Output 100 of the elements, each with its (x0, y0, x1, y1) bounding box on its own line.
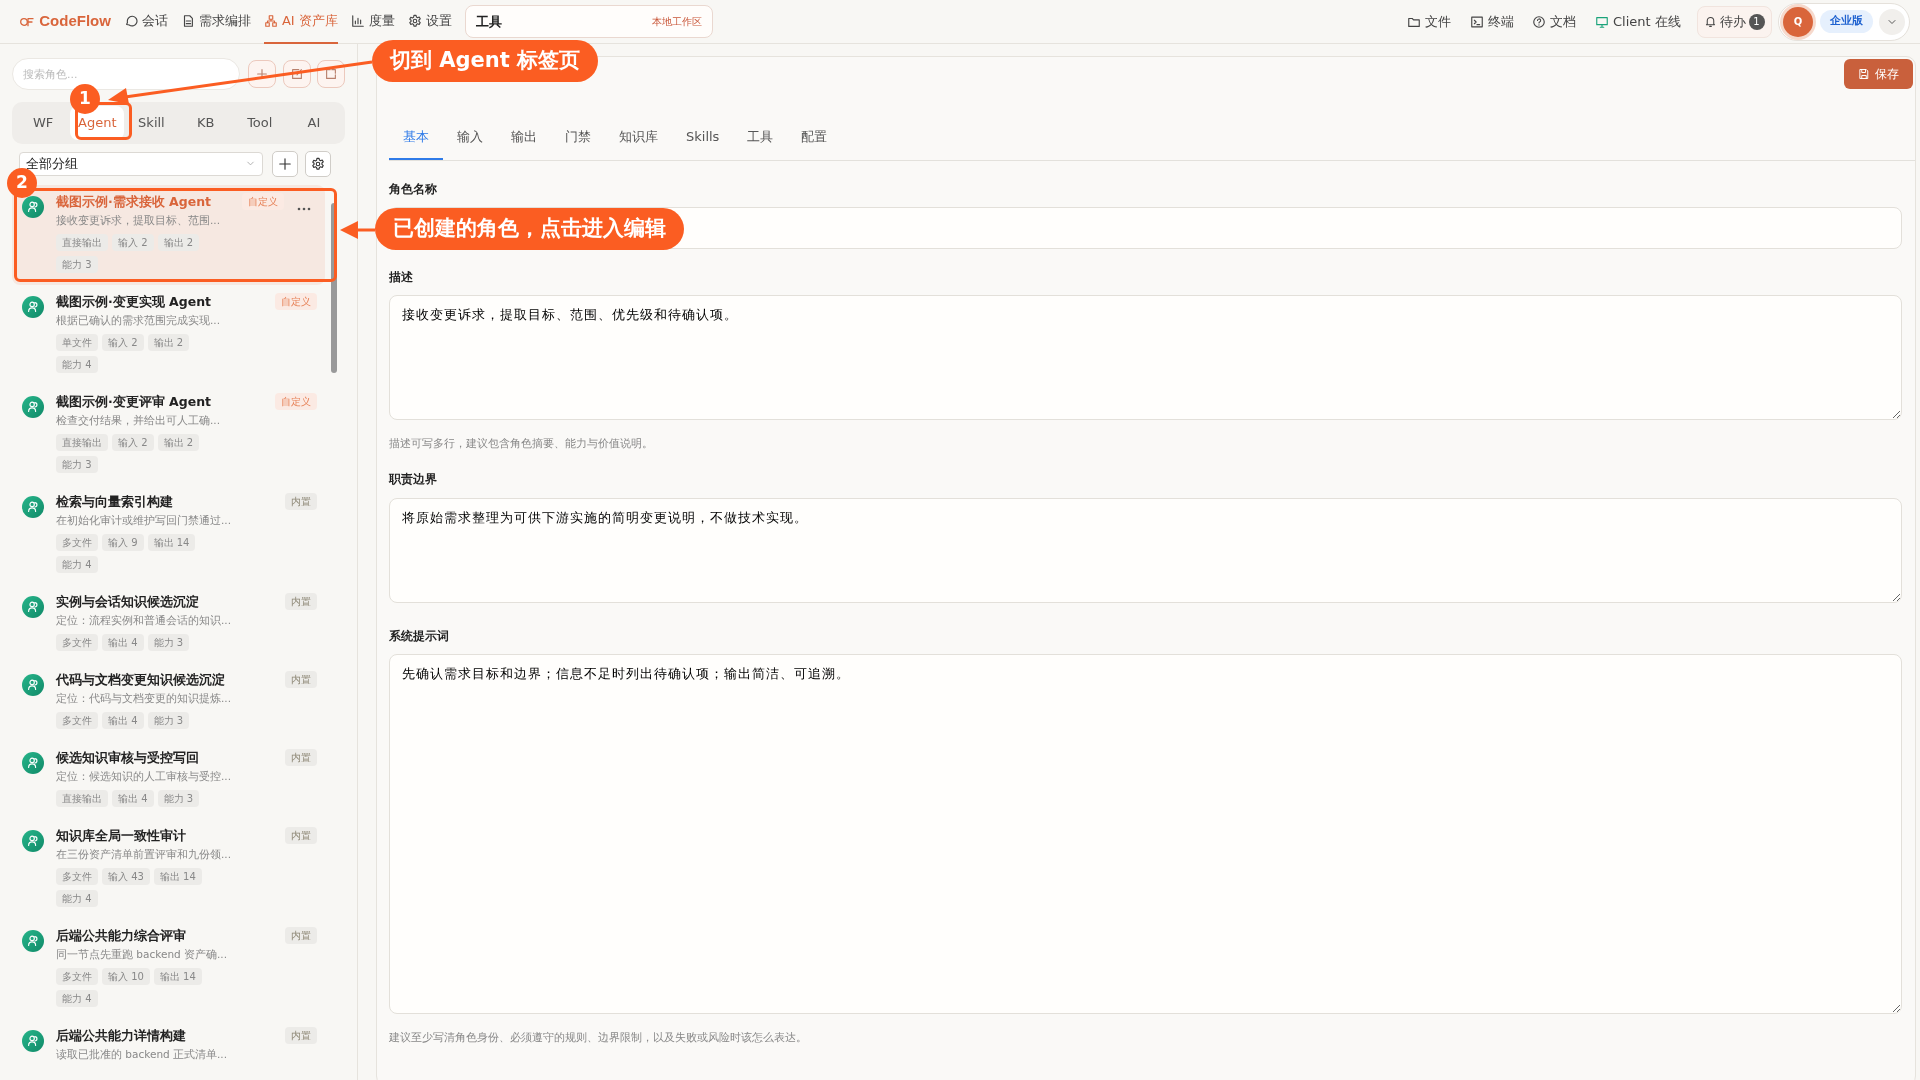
toolbar-link[interactable]: Client 在线 (1588, 11, 1687, 32)
tag: 输入 2 (112, 433, 154, 451)
tag: 能力 3 (56, 255, 98, 273)
search-field[interactable]: 搜索角色... (12, 58, 240, 90)
text-area[interactable]: 接收变更诉求，提取目标、范围、优先级和待确认项。 (389, 295, 1902, 420)
tag: 输出 2 (157, 433, 200, 451)
agent-list-item[interactable]: 截图示例·变更实现 Agent 根据已确认的需求范围完成实现... 自定义 单文件 输入 2 输出 2 能力 4 (12, 284, 325, 385)
avatar[interactable]: Q (1783, 6, 1813, 37)
agent-list-item[interactable]: 检索与向量索引构建 在初始化审计或维护写回门禁通过... 内置 多文件 输入 9 输出 14 能力 4 (12, 484, 325, 585)
tab[interactable]: Skill (124, 106, 179, 140)
plan-badge: 企业版 (1819, 10, 1873, 33)
agent-list-item[interactable]: 后端公共能力综合评审 同一节点先重跑 backend 资产确... 内置 多文件 输入 10 输出 14 能力 4 (12, 918, 325, 1019)
tab[interactable]: 门禁 (551, 119, 605, 160)
nav-tab[interactable]: 会话 (123, 0, 168, 44)
toolbar-link[interactable]: 终端 (1463, 11, 1520, 32)
tab[interactable]: 知识库 (605, 119, 672, 160)
agent-list-item[interactable]: 候选知识审核与受控写回 定位：候选知识的人工审核与受控... 内置 直接输出 输出 4 能力 3 (12, 740, 325, 819)
tag: 输出 14 (153, 967, 202, 985)
agent-list-item[interactable]: 后端公共能力详情构建 读取已批准的 backend 正式清单... 内置 (12, 1018, 325, 1074)
tab[interactable]: Tool (232, 106, 287, 140)
annotation-tooltip: 已创建的角色，点击进入编辑 (375, 208, 684, 250)
agent-description: 接收变更诉求，提取目标、范围... (56, 212, 220, 228)
tab[interactable]: WF (16, 106, 71, 140)
tag: 输出 14 (147, 533, 196, 551)
toolbar-link[interactable]: 文件 (1401, 11, 1458, 32)
tag: 能力 4 (56, 355, 98, 373)
tag: 能力 4 (56, 555, 98, 573)
tag: 能力 4 (56, 889, 98, 907)
tag: 输入 43 (102, 867, 150, 885)
tag: 多文件 (56, 533, 98, 551)
step-number: 2 (7, 168, 37, 198)
tag: 直接输出 (56, 433, 108, 451)
type-label: 内置 (285, 1026, 317, 1044)
toolbar-link[interactable]: 文档 (1526, 11, 1583, 32)
type-label: 内置 (285, 492, 317, 510)
agent-title: 检索与向量索引构建 (56, 492, 174, 511)
annotation-tooltip: 切到 Agent 标签页 (372, 40, 599, 82)
agent-description: 定位：候选知识的人工审核与受控... (56, 768, 231, 784)
agent-description: 在三份资产清单前置评审和九份领... (56, 846, 231, 862)
tag: 多文件 (56, 633, 98, 651)
type-label: 内置 (285, 926, 317, 944)
agent-title: 截图示例·需求接收 Agent (56, 192, 213, 211)
field-label: 系统提示词 (389, 628, 450, 645)
tab[interactable]: KB (178, 106, 233, 140)
todo-button[interactable]: 待办 1 (1696, 5, 1772, 38)
field-label: 描述 (389, 268, 414, 286)
tag: 输入 10 (102, 967, 150, 985)
tab[interactable]: 工具 (733, 119, 788, 160)
agent-title: 知识库全局一致性审计 (56, 826, 187, 845)
tag: 输出 14 (153, 867, 202, 885)
agent-description: 定位：代码与文档变更的知识提炼... (56, 690, 231, 706)
tag: 能力 3 (56, 455, 98, 473)
type-label: 内置 (285, 748, 317, 766)
agent-list-item[interactable]: 实例与会话知识候选沉淀 定位：流程实例和普通会话的知识... 内置 多文件 输出 4 能力 3 (12, 584, 325, 663)
tag: 直接输出 (56, 789, 108, 807)
workspace-tag: 本地工作区 (651, 14, 702, 29)
logo-text: CodeFlow (39, 11, 111, 32)
agent-title: 候选知识审核与受控写回 (56, 748, 200, 767)
save-button[interactable]: 保存 (1844, 59, 1913, 89)
tag: 能力 3 (157, 789, 200, 807)
field-label: 角色名称 (389, 180, 438, 198)
agent-list-item[interactable]: 知识库全局一致性审计 在三份资产清单前置评审和九份领... 内置 多文件 输入 43 输出 14 能力 4 (12, 818, 325, 919)
text-area[interactable]: 先确认需求目标和边界；信息不足时列出待确认项；输出简洁、可追溯。 (389, 654, 1902, 1015)
tag: 输入 9 (102, 533, 144, 551)
tag: 输入 2 (102, 333, 144, 351)
tag: 输出 4 (102, 711, 144, 729)
group-select[interactable]: 全部分组 (18, 151, 263, 176)
workspace-name: 工具 (475, 12, 502, 31)
tab[interactable]: AI (286, 106, 342, 140)
type-label: 自定义 (275, 392, 317, 410)
tag: 能力 3 (147, 633, 190, 651)
agent-title: 代码与文档变更知识候选沉淀 (56, 670, 226, 689)
type-label: 内置 (285, 826, 317, 844)
nav-tab[interactable]: 需求编排 (180, 0, 251, 44)
workspace-field[interactable]: 工具 本地工作区 (464, 5, 713, 38)
agent-description: 读取已批准的 backend 正式清单... (56, 1046, 228, 1062)
tag: 直接输出 (56, 233, 108, 251)
agent-description: 定位：流程实例和普通会话的知识... (56, 612, 231, 628)
agent-description: 同一节点先重跑 backend 资产确... (56, 946, 228, 962)
tag: 多文件 (56, 967, 98, 985)
tab[interactable]: 基本 (389, 119, 443, 160)
field-hint: 建议至少写清角色身份、必须遵守的规则、边界限制，以及失败或风险时该怎么表达。 (389, 1029, 808, 1045)
agent-list-item[interactable]: 代码与文档变更知识候选沉淀 定位：代码与文档变更的知识提炼... 内置 多文件 输出 4 能力 3 (12, 662, 325, 741)
agent-title: 截图示例·变更实现 Agent (56, 292, 213, 311)
nav-tab[interactable]: AI 资产库 (263, 0, 338, 44)
tab[interactable]: 输出 (497, 119, 551, 160)
type-label: 自定义 (275, 292, 317, 310)
tag: 输出 4 (102, 633, 144, 651)
agent-description: 检查交付结果，并给出可人工确... (56, 412, 220, 428)
tab[interactable]: 配置 (787, 119, 842, 160)
tag: 输出 2 (157, 233, 200, 251)
tag: 能力 3 (147, 711, 190, 729)
type-label: 自定义 (241, 192, 284, 210)
text-area[interactable]: 将原始需求整理为可供下游实施的简明变更说明，不做技术实现。 (389, 497, 1902, 603)
agent-description: 根据已确认的需求范围完成实现... (56, 312, 220, 328)
count-badge: 1 (1748, 13, 1765, 30)
agent-list-item[interactable]: 截图示例·变更评审 Agent 检查交付结果，并给出可人工确... 自定义 直接输出 输入 2 输出 2 能力 3 (12, 384, 325, 485)
agent-title: 截图示例·变更评审 Agent (56, 392, 213, 411)
tab[interactable]: Skills (672, 119, 734, 160)
tab[interactable]: 输入 (443, 119, 497, 160)
